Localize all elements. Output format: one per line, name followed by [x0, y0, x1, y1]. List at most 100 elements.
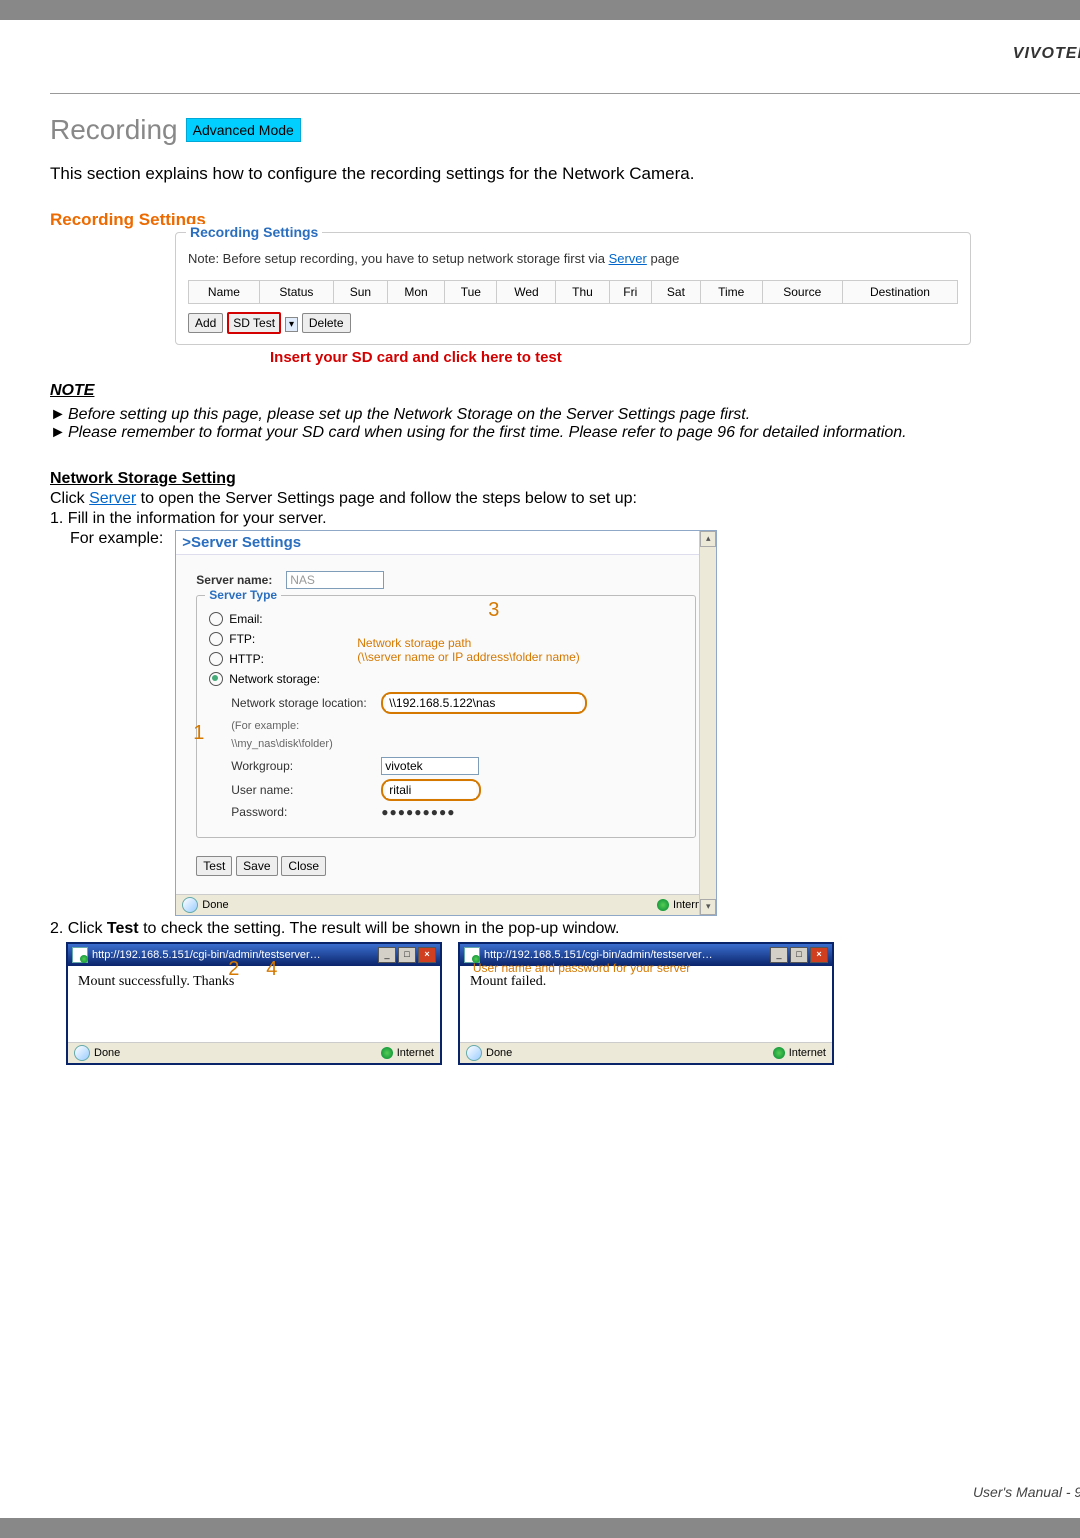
recording-table: Name Status Sun Mon Tue Wed Thu Fri Sat …: [188, 280, 958, 304]
server-name-input[interactable]: [286, 571, 384, 589]
popup-body: Mount failed.: [460, 966, 832, 1042]
maximize-icon[interactable]: □: [398, 947, 416, 963]
username-label: User name:: [231, 783, 381, 797]
ns-path-title: Network storage path: [357, 636, 471, 650]
popup-done: Done: [94, 1047, 120, 1059]
ns-example-path: \\my_nas\disk\folder): [231, 736, 332, 754]
server-type-fieldset: Server Type Email: FTP: HTTP: Network st…: [196, 595, 696, 838]
status-bar: Done Internet: [176, 894, 716, 915]
ns-intro-pre: Click: [50, 490, 89, 507]
app-icon: [72, 947, 88, 963]
col-thu: Thu: [556, 281, 609, 304]
popup-success: http://192.168.5.151/cgi-bin/admin/tests…: [66, 942, 442, 1065]
ns-path-hint: (\\server name or IP address\folder name…: [357, 650, 580, 664]
advanced-mode-badge: Advanced Mode: [186, 118, 301, 142]
radio-ftp-label: FTP:: [229, 632, 255, 646]
arrow-icon: ►: [50, 406, 68, 424]
col-fri: Fri: [609, 281, 652, 304]
network-storage-heading: Network Storage Setting: [50, 470, 1080, 488]
password-value[interactable]: ●●●●●●●●●: [381, 805, 455, 819]
panel-button-row: Add SD Test ▾ Delete: [188, 312, 958, 334]
callout-userpw: User name and password for your server: [473, 961, 690, 975]
popup-titlebar: http://192.168.5.151/cgi-bin/admin/tests…: [68, 944, 440, 966]
step-2: 2. Click Test to check the setting. The …: [50, 920, 1080, 938]
ns-location-input[interactable]: [386, 695, 582, 711]
brand-label: VIVOTEK: [1013, 45, 1080, 63]
server-name-label: Server name:: [196, 573, 286, 587]
globe-icon: [657, 899, 669, 911]
username-input[interactable]: [386, 782, 476, 798]
password-label: Password:: [231, 805, 381, 819]
server-button-row: Test Save Close: [196, 856, 696, 876]
minimize-icon[interactable]: _: [378, 947, 396, 963]
add-button[interactable]: Add: [188, 313, 223, 333]
radio-network-storage[interactable]: [209, 672, 223, 686]
maximize-icon[interactable]: □: [790, 947, 808, 963]
col-wed: Wed: [497, 281, 556, 304]
popup-status-bar: Done Internet: [460, 1042, 832, 1063]
server-link-2[interactable]: Server: [89, 490, 136, 507]
recording-settings-panel: Recording Settings Note: Before setup re…: [175, 232, 971, 345]
server-settings-panel: >Server Settings ▴ ▾ 3 Server name: Serv…: [175, 530, 717, 916]
page-icon: [182, 897, 198, 913]
panel-note: Note: Before setup recording, you have t…: [188, 251, 958, 266]
callout-1: 1: [193, 722, 204, 745]
col-sat: Sat: [652, 281, 701, 304]
delete-button[interactable]: Delete: [302, 313, 351, 333]
close-icon[interactable]: ×: [810, 947, 828, 963]
radio-ftp[interactable]: [209, 632, 223, 646]
callout-2: 2: [228, 958, 239, 981]
col-status: Status: [259, 281, 333, 304]
ns-location-label: Network storage location:: [231, 696, 381, 710]
server-link[interactable]: Server: [609, 251, 647, 266]
minimize-icon[interactable]: _: [770, 947, 788, 963]
sd-dropdown-button[interactable]: ▾: [285, 317, 298, 332]
step-2-post: to check the setting. The result will be…: [139, 920, 620, 937]
close-icon[interactable]: ×: [418, 947, 436, 963]
popup-status-bar: Done Internet: [68, 1042, 440, 1063]
ns-intro-line: Click Server to open the Server Settings…: [50, 490, 1080, 508]
popup-url: http://192.168.5.151/cgi-bin/admin/tests…: [484, 949, 713, 961]
col-source: Source: [762, 281, 842, 304]
sd-test-button[interactable]: SD Test: [227, 312, 281, 334]
test-button[interactable]: Test: [196, 856, 232, 876]
scroll-down-icon[interactable]: ▾: [700, 899, 716, 915]
radio-http-label: HTTP:: [229, 652, 264, 666]
ns-example-note: (For example:: [231, 718, 299, 736]
save-button[interactable]: Save: [236, 856, 277, 876]
app-icon: [464, 947, 480, 963]
popup-url: http://192.168.5.151/cgi-bin/admin/tests…: [92, 949, 321, 961]
close-button[interactable]: Close: [281, 856, 326, 876]
radio-ns-label: Network storage:: [229, 672, 320, 686]
ns-path-callout: Network storage path (\\server name or I…: [357, 636, 683, 664]
popup-zone: Internet: [397, 1047, 434, 1059]
col-time: Time: [700, 281, 762, 304]
server-panel-header: >Server Settings: [176, 531, 716, 555]
col-mon: Mon: [387, 281, 444, 304]
page-title: Recording: [50, 114, 178, 146]
arrow-icon: ►: [50, 424, 68, 442]
page-icon: [74, 1045, 90, 1061]
radio-http[interactable]: [209, 652, 223, 666]
radio-email[interactable]: [209, 612, 223, 626]
panel-title: Recording Settings: [186, 224, 322, 240]
workgroup-input[interactable]: [381, 757, 479, 775]
note-pre: Note: Before setup recording, you have t…: [188, 251, 609, 266]
col-sun: Sun: [333, 281, 387, 304]
scroll-up-icon[interactable]: ▴: [700, 531, 716, 547]
ns-intro-post: to open the Server Settings page and fol…: [136, 490, 637, 507]
popup-body: Mount successfully. Thanks: [68, 966, 440, 1042]
manual-page: VIVOTEK Recording Advanced Mode This sec…: [0, 20, 1080, 1518]
callout-4: 4: [266, 958, 277, 981]
note-bullet-1: Before setting up this page, please set …: [68, 406, 750, 423]
intro-text: This section explains how to configure t…: [50, 164, 1080, 184]
note-heading: NOTE: [50, 382, 1080, 400]
globe-icon: [381, 1047, 393, 1059]
col-tue: Tue: [445, 281, 497, 304]
note-bullet-2: Please remember to format your SD card w…: [68, 424, 907, 441]
popup-done: Done: [486, 1047, 512, 1059]
page-footer: User's Manual - 93: [973, 1484, 1080, 1500]
note-body: ►Before setting up this page, please set…: [50, 406, 1080, 442]
radio-email-label: Email:: [229, 612, 262, 626]
step-1: 1. Fill in the information for your serv…: [50, 510, 1080, 528]
